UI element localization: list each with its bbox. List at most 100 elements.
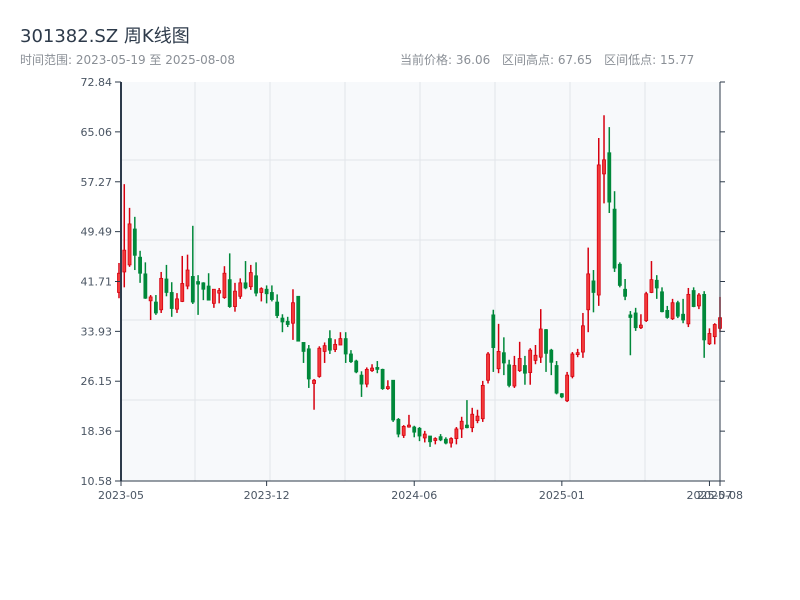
candle-body xyxy=(681,313,685,321)
candle-body xyxy=(254,275,258,294)
candle xyxy=(396,418,401,438)
candle-body xyxy=(259,288,264,293)
candle xyxy=(617,262,622,288)
candle-body xyxy=(169,292,174,309)
candle-body xyxy=(654,279,659,289)
candle-body xyxy=(243,282,248,289)
candle xyxy=(159,271,164,313)
candle-body xyxy=(317,347,322,377)
candle-body xyxy=(470,413,475,429)
y-tick-label: 49.49 xyxy=(81,226,113,239)
candle-body xyxy=(338,338,343,346)
candle-body xyxy=(233,290,237,307)
candle-body xyxy=(581,325,585,353)
candle-body xyxy=(222,272,227,298)
candle-body xyxy=(443,438,448,444)
candle-body xyxy=(391,379,396,421)
candle-body xyxy=(512,365,517,387)
candle-body xyxy=(322,345,327,352)
candle-body xyxy=(269,292,274,300)
candle xyxy=(480,380,485,422)
candle-body xyxy=(449,438,454,444)
candle-body xyxy=(296,295,301,342)
candle-body xyxy=(375,367,380,370)
candle-body xyxy=(649,279,654,293)
candle-body xyxy=(586,273,591,311)
candle xyxy=(380,368,385,390)
candle-body xyxy=(612,208,617,269)
candle-body xyxy=(675,302,680,317)
y-tick-label: 18.36 xyxy=(81,425,113,438)
candle xyxy=(554,361,559,395)
candle xyxy=(565,371,570,403)
candle-body xyxy=(138,256,142,274)
candle-body xyxy=(327,338,332,351)
y-tick-label: 33.93 xyxy=(81,325,113,338)
candle-body xyxy=(554,365,559,394)
candle-body xyxy=(364,368,369,385)
candle-body xyxy=(465,424,469,429)
candle-body xyxy=(544,329,548,354)
candle-body xyxy=(291,302,295,324)
y-tick-label: 65.06 xyxy=(81,126,113,139)
x-tick-label: 2025-08 xyxy=(697,489,743,502)
y-tick-label: 41.71 xyxy=(81,276,113,289)
x-tick-label: 2025-01 xyxy=(539,489,585,502)
candle-body xyxy=(275,301,280,316)
x-tick-label: 2024-06 xyxy=(391,489,437,502)
candle-body xyxy=(417,427,422,437)
candle-body xyxy=(227,279,232,307)
candle-body xyxy=(306,348,311,380)
candle-body xyxy=(697,294,701,307)
candle-body xyxy=(407,424,411,428)
candle-body xyxy=(380,368,385,389)
x-tick-label: 2023-12 xyxy=(244,489,290,502)
candle-body xyxy=(354,360,359,373)
candle-body xyxy=(396,418,401,435)
candle-body xyxy=(196,281,200,285)
candle-body xyxy=(533,354,538,361)
candle-body xyxy=(528,349,533,373)
candle-body xyxy=(712,324,717,338)
candle-body xyxy=(644,293,649,322)
candle-body xyxy=(401,425,406,436)
candle-body xyxy=(132,228,137,256)
candle-body xyxy=(422,433,427,439)
candle-body xyxy=(428,435,432,443)
candle-body xyxy=(691,290,696,307)
candlestick-chart: 10.58 18.36 26.15 33.93 41.71 49.49 57.27 65.06… xyxy=(81,76,743,502)
candle-body xyxy=(602,159,606,175)
candle-body xyxy=(686,293,691,325)
candle-body xyxy=(639,324,643,329)
candle-body xyxy=(206,285,211,301)
candle-body xyxy=(501,352,506,364)
candle-body xyxy=(623,288,628,297)
candle-body xyxy=(333,343,338,350)
candle-body xyxy=(665,310,670,318)
candle-body xyxy=(459,420,464,430)
candle xyxy=(296,295,301,342)
candle-body xyxy=(370,367,374,372)
candle xyxy=(391,379,396,422)
candle-body xyxy=(491,314,496,348)
candle xyxy=(691,287,696,308)
candle-body xyxy=(349,353,353,363)
candle xyxy=(570,352,575,379)
candle-body xyxy=(122,249,127,273)
candle-body xyxy=(211,288,216,304)
candle-body xyxy=(628,314,633,318)
candle-body xyxy=(143,273,148,299)
candle-body xyxy=(670,302,675,320)
candle-body xyxy=(707,333,712,345)
candle-body xyxy=(570,353,575,377)
candle-body xyxy=(180,283,185,302)
candle-body xyxy=(201,282,206,290)
candle-body xyxy=(607,152,612,203)
candle-body xyxy=(438,436,443,441)
candle-body xyxy=(433,438,438,441)
candle-body xyxy=(660,291,664,313)
candle xyxy=(644,291,649,322)
candle-body xyxy=(217,290,222,294)
candle-body xyxy=(190,276,195,303)
candle-body xyxy=(475,415,480,422)
